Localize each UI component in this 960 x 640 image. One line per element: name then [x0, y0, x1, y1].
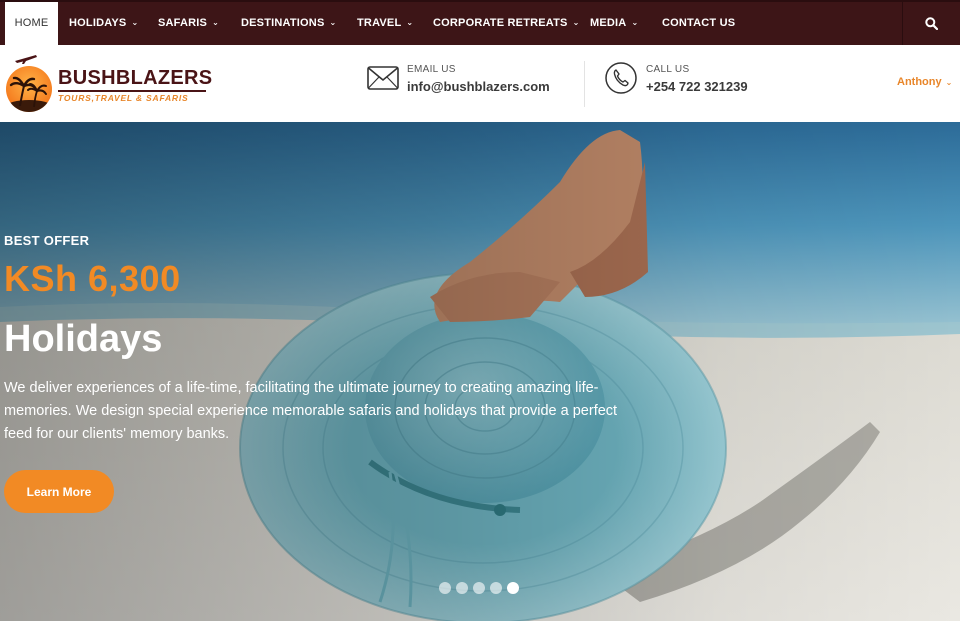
- logo-subtitle: TOURS,TRAVEL & SAFARIS: [58, 93, 189, 103]
- user-name: Anthony: [897, 76, 942, 88]
- logo-underline: [58, 90, 206, 92]
- slider-dot[interactable]: [456, 582, 468, 594]
- chevron-down-icon: ⌄: [631, 18, 639, 27]
- chevron-down-icon: ⌄: [212, 18, 219, 27]
- nav-item-label: HOLIDAYS: [69, 17, 127, 29]
- nav-item-travel[interactable]: TRAVEL ⌄: [357, 2, 413, 45]
- palm-tree-icon: [6, 66, 52, 112]
- nav-item-corporate-retreats[interactable]: CORPORATE RETREATS ⌄: [433, 2, 580, 45]
- hero-title: Holidays: [4, 318, 163, 360]
- search-button[interactable]: [902, 2, 960, 45]
- slider-dot-active[interactable]: [507, 582, 519, 594]
- learn-more-button[interactable]: Learn More: [4, 470, 114, 513]
- top-nav: HOME HOLIDAYS ⌄ SAFARIS ⌄ DESTINATIONS ⌄ TR…: [0, 0, 960, 45]
- call-label: CALL US: [646, 64, 690, 75]
- slider-dot[interactable]: [473, 582, 485, 594]
- nav-item-holidays[interactable]: HOLIDAYS ⌄: [69, 2, 138, 45]
- hero-overlay: [0, 122, 960, 621]
- hero-price: KSh 6,300: [4, 258, 181, 299]
- chevron-down-icon: ⌄: [945, 78, 953, 87]
- phone-contact[interactable]: CALL US +254 722 321239: [605, 62, 775, 106]
- nav-item-destinations[interactable]: DESTINATIONS ⌄: [241, 2, 336, 45]
- logo-title: BUSHBLAZERS: [58, 67, 213, 89]
- email-label: EMAIL US: [407, 64, 456, 75]
- envelope-icon: [367, 66, 399, 90]
- site-logo[interactable]: BUSHBLAZERS TOURS,TRAVEL & SAFARIS: [6, 53, 212, 113]
- chevron-down-icon: ⌄: [329, 18, 337, 27]
- site-header: BUSHBLAZERS TOURS,TRAVEL & SAFARIS EMAIL…: [0, 45, 960, 122]
- nav-item-label: DESTINATIONS: [241, 17, 325, 29]
- nav-item-safaris[interactable]: SAFARIS ⌄: [158, 2, 219, 45]
- nav-item-label: CORPORATE RETREATS: [433, 17, 568, 29]
- hero-description: We deliver experiences of a life-time, f…: [4, 380, 618, 442]
- email-value[interactable]: info@bushblazers.com: [407, 79, 550, 94]
- slider-dots: [439, 582, 519, 595]
- search-icon: [925, 17, 938, 30]
- nav-item-label: TRAVEL: [357, 17, 402, 29]
- header-divider: [584, 61, 585, 107]
- hero-eyebrow: BEST OFFER: [4, 233, 90, 248]
- call-value[interactable]: +254 722 321239: [646, 79, 748, 94]
- chevron-down-icon: ⌄: [406, 18, 414, 27]
- nav-item-label: SAFARIS: [158, 17, 208, 29]
- nav-item-label: HOME: [14, 17, 49, 29]
- nav-item-home[interactable]: HOME: [5, 2, 58, 45]
- slider-dot[interactable]: [439, 582, 451, 594]
- nav-item-media[interactable]: MEDIA ⌄: [590, 2, 638, 45]
- chevron-down-icon: ⌄: [131, 18, 139, 27]
- nav-item-contact-us[interactable]: CONTACT US: [662, 2, 735, 45]
- slider-dot[interactable]: [490, 582, 502, 594]
- chevron-down-icon: ⌄: [572, 18, 580, 27]
- airplane-icon: [15, 55, 37, 64]
- phone-icon: [605, 62, 637, 94]
- nav-item-label: MEDIA: [590, 17, 627, 29]
- nav-item-label: CONTACT US: [662, 17, 736, 29]
- hero-slider: BEST OFFER KSh 6,300 Holidays We deliver…: [0, 122, 960, 621]
- user-menu[interactable]: Anthony ⌄: [897, 76, 952, 88]
- email-contact[interactable]: EMAIL US info@bushblazers.com: [367, 62, 567, 106]
